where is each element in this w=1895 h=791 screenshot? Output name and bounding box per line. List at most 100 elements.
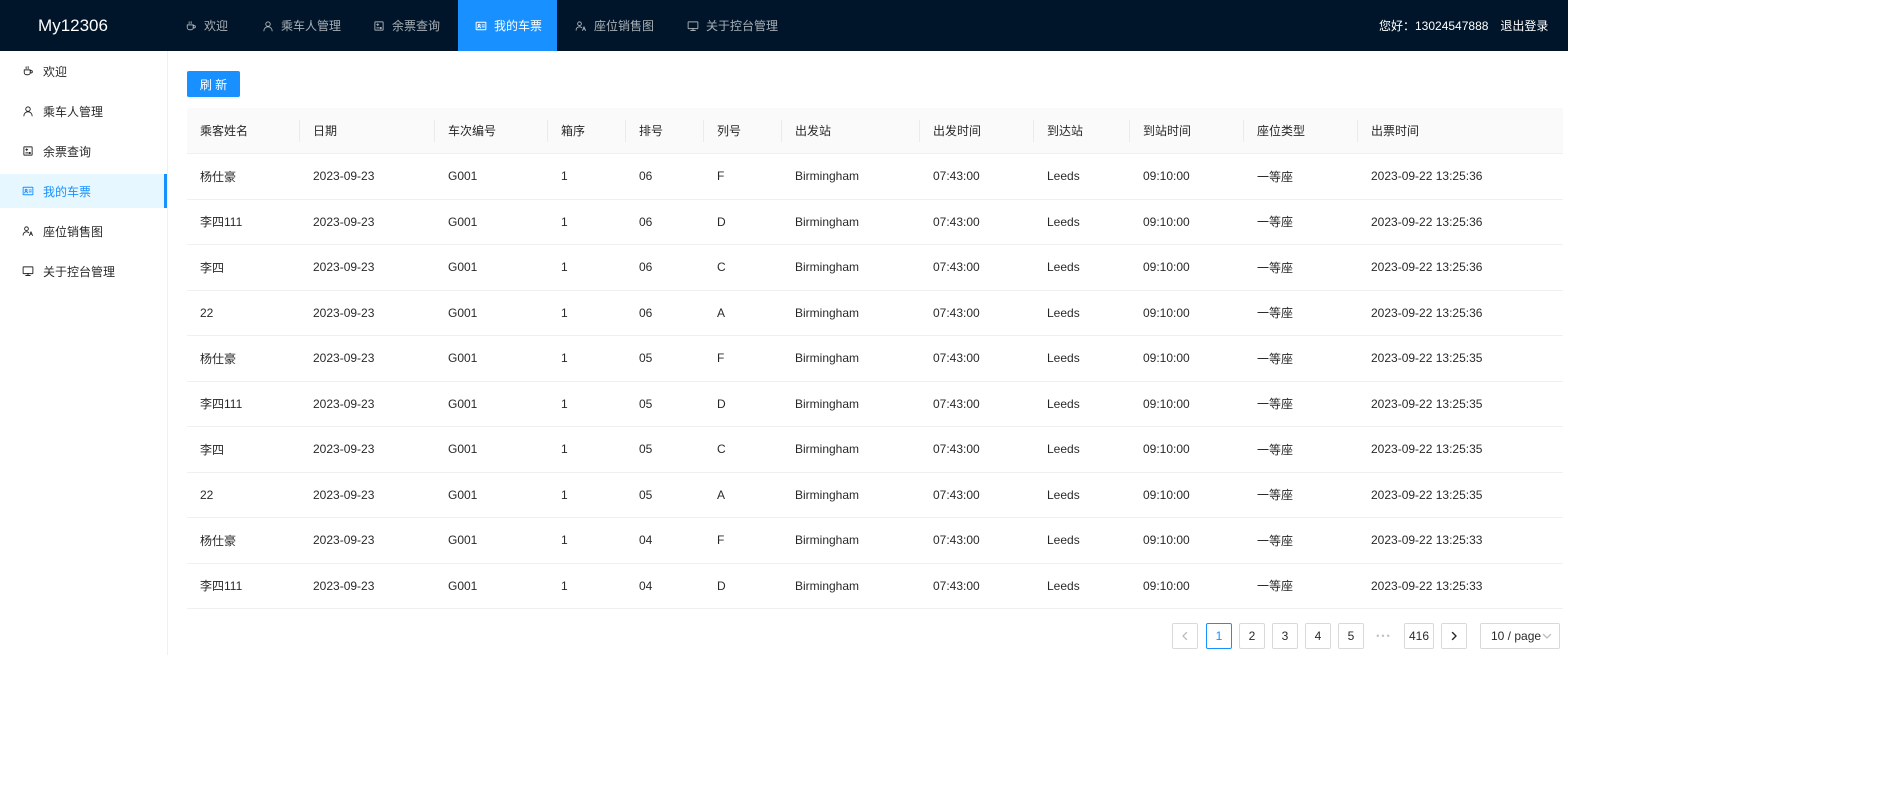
start-station-cell: Birmingham bbox=[795, 260, 860, 275]
carriage-index-cell: 1 bbox=[561, 396, 568, 411]
seat-col-cell: C bbox=[717, 442, 726, 457]
seat-type-cell: 一等座 bbox=[1257, 351, 1294, 366]
seat-type-cell: 一等座 bbox=[1257, 397, 1294, 412]
passenger-name-cell: 李四111 bbox=[200, 579, 243, 594]
sidebar-item-passengers[interactable]: 乘车人管理 bbox=[0, 94, 167, 128]
pagination-jump-next-ellipsis[interactable]: ••• bbox=[1372, 623, 1396, 649]
idcard-icon bbox=[22, 185, 34, 197]
start-station-cell: Birmingham bbox=[795, 442, 860, 457]
table-row: 杨仕豪 2023-09-23 G001 1 04 F Birmingham 07:43:00 L… bbox=[187, 518, 1563, 564]
start-station-cell: Birmingham bbox=[795, 487, 860, 502]
topnav-item-seat-sales[interactable]: 座位销售图 bbox=[558, 0, 670, 51]
chevron-right-icon bbox=[1449, 631, 1459, 641]
passenger-name-cell: 李四 bbox=[200, 442, 225, 457]
carriage-index-cell: 1 bbox=[561, 351, 568, 366]
end-time-cell: 09:10:00 bbox=[1143, 442, 1190, 457]
carriage-index-cell: 1 bbox=[561, 214, 568, 229]
team-icon bbox=[22, 225, 34, 237]
date-cell: 2023-09-23 bbox=[313, 169, 375, 184]
start-station-cell: Birmingham bbox=[795, 578, 860, 593]
date-cell: 2023-09-23 bbox=[313, 305, 375, 320]
column-header-seat-type: 座位类型 bbox=[1244, 108, 1358, 153]
topnav-item-passengers[interactable]: 乘车人管理 bbox=[245, 0, 356, 51]
train-code-cell: G001 bbox=[448, 260, 478, 275]
carriage-index-cell: 1 bbox=[561, 533, 568, 548]
topnav-item-ticket-query[interactable]: 余票查询 bbox=[356, 0, 458, 51]
sidebar-item-welcome[interactable]: 欢迎 bbox=[0, 54, 167, 88]
desktop-icon bbox=[687, 20, 699, 32]
column-header-end-station: 到达站 bbox=[1034, 108, 1130, 153]
passenger-name-cell: 杨仕豪 bbox=[200, 351, 237, 366]
column-header-train-code: 车次编号 bbox=[435, 108, 548, 153]
table-row: 杨仕豪 2023-09-23 G001 1 05 F Birmingham 07:43:00 L… bbox=[187, 336, 1563, 382]
column-header-start-time: 出发时间 bbox=[920, 108, 1034, 153]
train-code-cell: G001 bbox=[448, 169, 478, 184]
column-header-seat-row: 排号 bbox=[626, 108, 704, 153]
start-station-cell: Birmingham bbox=[795, 305, 860, 320]
end-time-cell: 09:10:00 bbox=[1143, 351, 1190, 366]
seat-col-cell: D bbox=[717, 396, 726, 411]
page-1-button[interactable]: 1 bbox=[1206, 623, 1232, 649]
create-time-cell: 2023-09-22 13:25:35 bbox=[1371, 487, 1483, 502]
seat-row-cell: 05 bbox=[639, 442, 653, 457]
train-code-cell: G001 bbox=[448, 351, 478, 366]
passenger-name-cell: 李四111 bbox=[200, 215, 243, 230]
start-station-cell: Birmingham bbox=[795, 169, 860, 184]
carriage-index-cell: 1 bbox=[561, 442, 568, 457]
seat-type-cell: 一等座 bbox=[1257, 215, 1294, 230]
sidebar-item-label: 座位销售图 bbox=[43, 224, 104, 239]
create-time-cell: 2023-09-22 13:25:33 bbox=[1371, 578, 1483, 593]
start-time-cell: 07:43:00 bbox=[933, 305, 980, 320]
user-icon bbox=[22, 105, 34, 117]
page-5-button[interactable]: 5 bbox=[1338, 623, 1364, 649]
create-time-cell: 2023-09-22 13:25:35 bbox=[1371, 351, 1483, 366]
carriage-index-cell: 1 bbox=[561, 487, 568, 502]
refresh-button[interactable]: 刷 新 bbox=[187, 71, 240, 97]
start-time-cell: 07:43:00 bbox=[933, 169, 980, 184]
topnav-item-my-tickets[interactable]: 我的车票 bbox=[458, 0, 557, 51]
topnav-item-label: 关于控台管理 bbox=[706, 19, 779, 33]
pagination-prev-button[interactable] bbox=[1172, 623, 1198, 649]
topnav-item-welcome[interactable]: 欢迎 bbox=[168, 0, 245, 51]
topnav-item-about-console[interactable]: 关于控台管理 bbox=[670, 0, 794, 51]
date-cell: 2023-09-23 bbox=[313, 578, 375, 593]
page-2-button[interactable]: 2 bbox=[1239, 623, 1265, 649]
train-code-cell: G001 bbox=[448, 214, 478, 229]
seat-col-cell: A bbox=[717, 305, 726, 320]
end-time-cell: 09:10:00 bbox=[1143, 396, 1190, 411]
page-4-button[interactable]: 4 bbox=[1305, 623, 1331, 649]
coffee-icon bbox=[185, 20, 197, 32]
sidebar-item-seat-sales[interactable]: 座位销售图 bbox=[0, 214, 167, 248]
end-time-cell: 09:10:00 bbox=[1143, 578, 1190, 593]
column-header-start-station: 出发站 bbox=[782, 108, 920, 153]
page-last-button[interactable]: 416 bbox=[1404, 623, 1434, 649]
end-station-cell: Leeds bbox=[1047, 305, 1080, 320]
end-station-cell: Leeds bbox=[1047, 260, 1080, 275]
sidebar-item-my-tickets[interactable]: 我的车票 bbox=[0, 174, 167, 208]
seat-row-cell: 04 bbox=[639, 578, 653, 593]
start-station-cell: Birmingham bbox=[795, 214, 860, 229]
date-cell: 2023-09-23 bbox=[313, 260, 375, 275]
table-header-row: 乘客姓名 日期 车次编号 箱序 排号 列号 出发站 出发时间 到达站 到站时间 … bbox=[187, 108, 1563, 154]
logout-link[interactable]: 退出登录 bbox=[1500, 17, 1548, 34]
train-code-cell: G001 bbox=[448, 442, 478, 457]
page-size-select[interactable]: 10 / page bbox=[1480, 623, 1560, 649]
page-3-button[interactable]: 3 bbox=[1272, 623, 1298, 649]
sidebar-item-ticket-query[interactable]: 余票查询 bbox=[0, 134, 167, 168]
sidebar-item-about-console[interactable]: 关于控台管理 bbox=[0, 254, 167, 288]
chevron-down-icon bbox=[1542, 631, 1552, 641]
topnav-item-label: 座位销售图 bbox=[594, 19, 655, 33]
team-icon bbox=[575, 20, 587, 32]
table-row: 杨仕豪 2023-09-23 G001 1 06 F Birmingham 07:43:00 L… bbox=[187, 154, 1563, 200]
app-header: My12306 欢迎 乘车人管理 余票查询 我的车票 座位销售图 关于控台管理 … bbox=[0, 0, 1568, 51]
header-user-area: 您好：13024547888 退出登录 bbox=[1379, 0, 1548, 51]
date-cell: 2023-09-23 bbox=[313, 442, 375, 457]
end-time-cell: 09:10:00 bbox=[1143, 305, 1190, 320]
start-station-cell: Birmingham bbox=[795, 533, 860, 548]
sidebar-item-label: 乘车人管理 bbox=[43, 104, 104, 119]
seat-col-cell: A bbox=[717, 487, 726, 502]
user-greeting: 您好：13024547888 bbox=[1379, 19, 1489, 33]
seat-row-cell: 06 bbox=[639, 305, 653, 320]
carriage-index-cell: 1 bbox=[561, 578, 568, 593]
pagination-next-button[interactable] bbox=[1441, 623, 1467, 649]
